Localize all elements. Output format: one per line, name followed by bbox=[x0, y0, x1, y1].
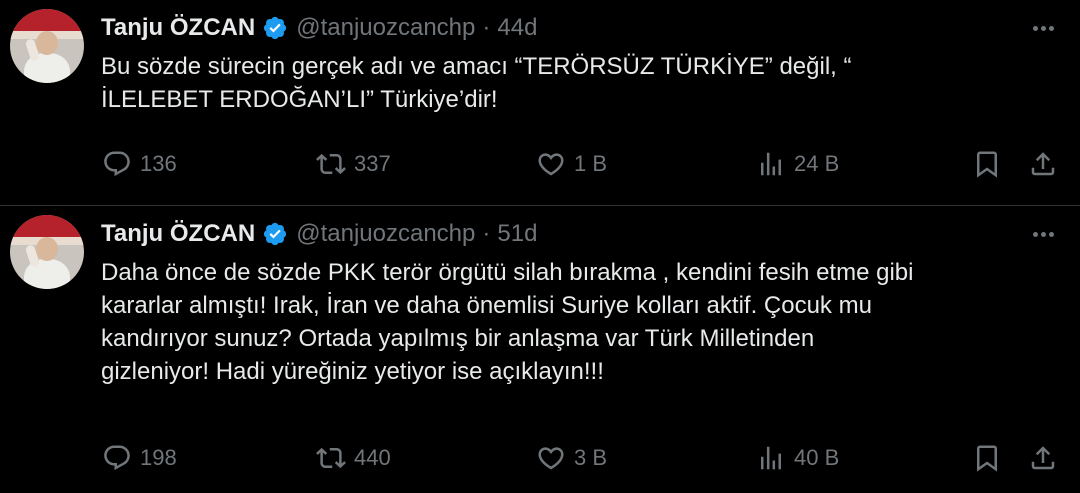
tweet[interactable]: Tanju ÖZCAN @tanjuozcanchp · 51d Daha ön… bbox=[0, 206, 1080, 493]
share-icon bbox=[1031, 152, 1055, 176]
retweet-count: 337 bbox=[354, 151, 391, 176]
views-icon bbox=[761, 152, 781, 176]
author-handle[interactable]: @tanjuozcanchp bbox=[296, 220, 475, 248]
views-icon bbox=[761, 446, 781, 470]
like-count: 1 B bbox=[574, 151, 608, 176]
bookmark-button[interactable] bbox=[972, 144, 1002, 184]
like-button[interactable]: 1 B bbox=[536, 144, 607, 184]
tweet-actions: 198 440 3 B 40 B bbox=[100, 438, 1060, 478]
more-icon[interactable] bbox=[1028, 222, 1058, 246]
heart-icon bbox=[538, 447, 564, 470]
tweet-actions: 136 337 1 B 24 B bbox=[100, 144, 1060, 184]
author-name[interactable]: Tanju ÖZCAN bbox=[101, 14, 255, 42]
share-button[interactable] bbox=[1028, 144, 1058, 184]
views-button[interactable]: 40 B bbox=[756, 438, 839, 478]
like-button[interactable]: 3 B bbox=[536, 438, 607, 478]
share-icon bbox=[1031, 446, 1055, 470]
bookmark-icon bbox=[977, 151, 997, 178]
reply-icon bbox=[104, 445, 130, 471]
tweet-header: Tanju ÖZCAN @tanjuozcanchp · 51d bbox=[101, 219, 537, 249]
retweet-icon bbox=[316, 153, 346, 175]
retweet-button[interactable]: 440 bbox=[316, 438, 391, 478]
tweet-header: Tanju ÖZCAN @tanjuozcanchp · 44d bbox=[101, 13, 537, 43]
verified-badge-icon bbox=[264, 16, 287, 40]
reply-count: 198 bbox=[140, 445, 177, 470]
tweet-timestamp[interactable]: 51d bbox=[497, 220, 537, 248]
author-handle[interactable]: @tanjuozcanchp bbox=[296, 14, 475, 42]
reply-button[interactable]: 198 bbox=[102, 438, 177, 478]
views-count: 24 B bbox=[794, 151, 840, 176]
bookmark-icon bbox=[977, 445, 997, 472]
views-count: 40 B bbox=[794, 445, 840, 470]
timeline: Tanju ÖZCAN @tanjuozcanchp · 44d Bu sözd… bbox=[0, 0, 1080, 493]
reply-button[interactable]: 136 bbox=[102, 144, 177, 184]
heart-icon bbox=[538, 153, 564, 176]
separator-dot: · bbox=[482, 14, 491, 41]
bookmark-button[interactable] bbox=[972, 438, 1002, 478]
verified-badge-icon bbox=[264, 222, 287, 246]
tweet-text: Daha önce de sözde PKK terör örgütü sila… bbox=[101, 259, 914, 385]
tweet-timestamp[interactable]: 44d bbox=[497, 14, 537, 42]
avatar[interactable] bbox=[10, 9, 84, 83]
reply-count: 136 bbox=[140, 151, 177, 176]
like-count: 3 B bbox=[574, 445, 608, 470]
retweet-button[interactable]: 337 bbox=[316, 144, 391, 184]
avatar[interactable] bbox=[10, 215, 84, 289]
tweet[interactable]: Tanju ÖZCAN @tanjuozcanchp · 44d Bu sözd… bbox=[0, 0, 1080, 205]
retweet-count: 440 bbox=[354, 445, 391, 470]
separator-dot: · bbox=[482, 220, 491, 247]
author-name[interactable]: Tanju ÖZCAN bbox=[101, 220, 255, 248]
reply-icon bbox=[104, 151, 130, 177]
views-button[interactable]: 24 B bbox=[756, 144, 839, 184]
more-icon[interactable] bbox=[1028, 16, 1058, 40]
share-button[interactable] bbox=[1028, 438, 1058, 478]
retweet-icon bbox=[316, 447, 346, 469]
tweet-text: Bu sözde sürecin gerçek adı ve amacı “TE… bbox=[101, 53, 852, 113]
